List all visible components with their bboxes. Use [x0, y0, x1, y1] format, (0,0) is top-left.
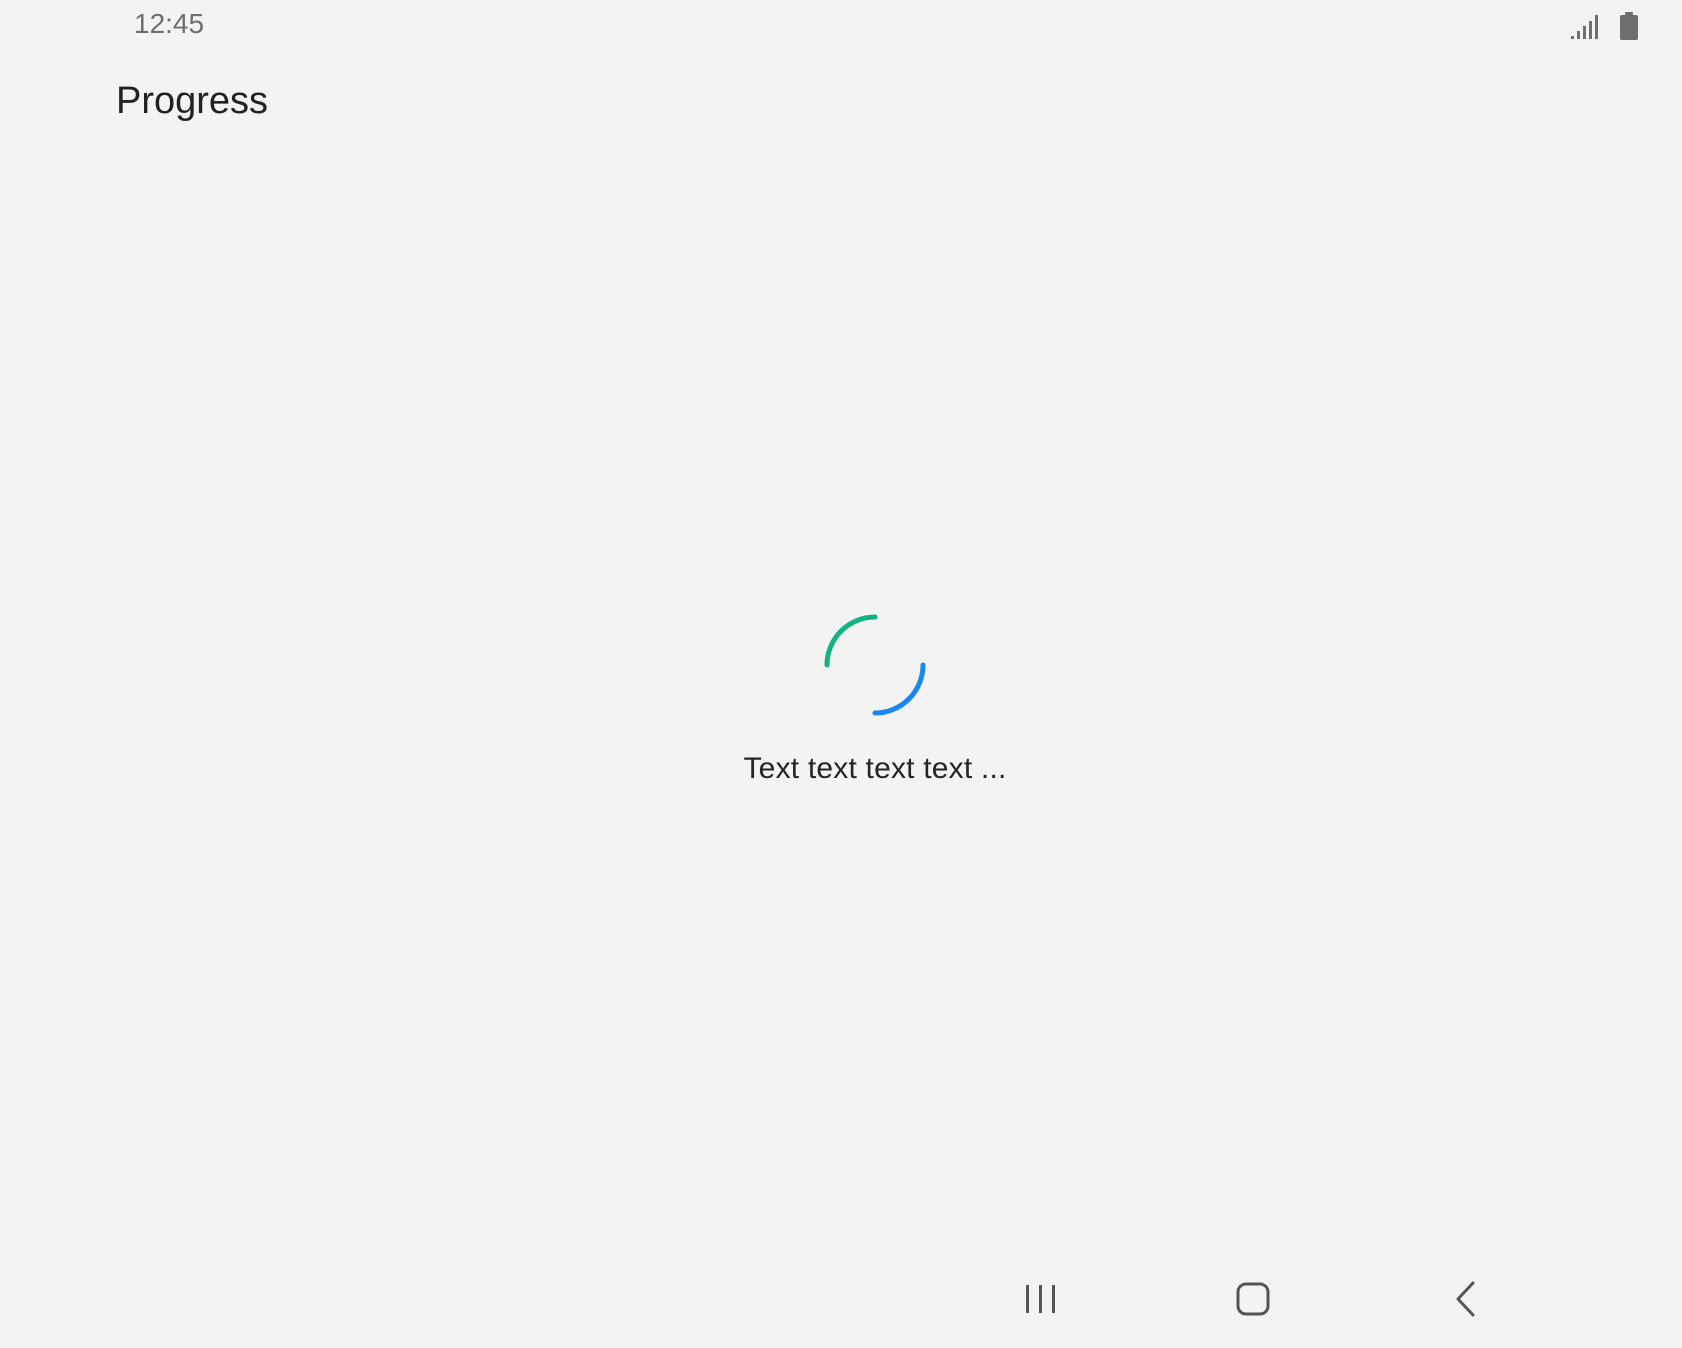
navigation-bar	[0, 1248, 1682, 1348]
progress-area: Text text text text ...	[0, 610, 1682, 830]
back-button[interactable]	[1437, 1274, 1497, 1324]
back-icon	[1456, 1281, 1475, 1317]
app-bar: Progress	[0, 60, 1682, 150]
battery-icon	[1620, 12, 1638, 40]
home-button[interactable]	[1223, 1274, 1283, 1324]
status-time: 12:45	[134, 8, 205, 39]
home-icon	[1236, 1282, 1270, 1316]
signal-icon	[1570, 14, 1598, 40]
screen: 12:45 Progress Text text text text ...	[0, 0, 1682, 1348]
recents-icon	[1026, 1285, 1055, 1313]
progress-spinner-icon	[824, 614, 926, 716]
recents-button[interactable]	[1011, 1274, 1071, 1324]
progress-message: Text text text text ...	[743, 752, 1007, 785]
status-bar: 12:45	[0, 0, 1682, 50]
status-icons	[1570, 10, 1638, 40]
page-title: Progress	[116, 80, 269, 122]
